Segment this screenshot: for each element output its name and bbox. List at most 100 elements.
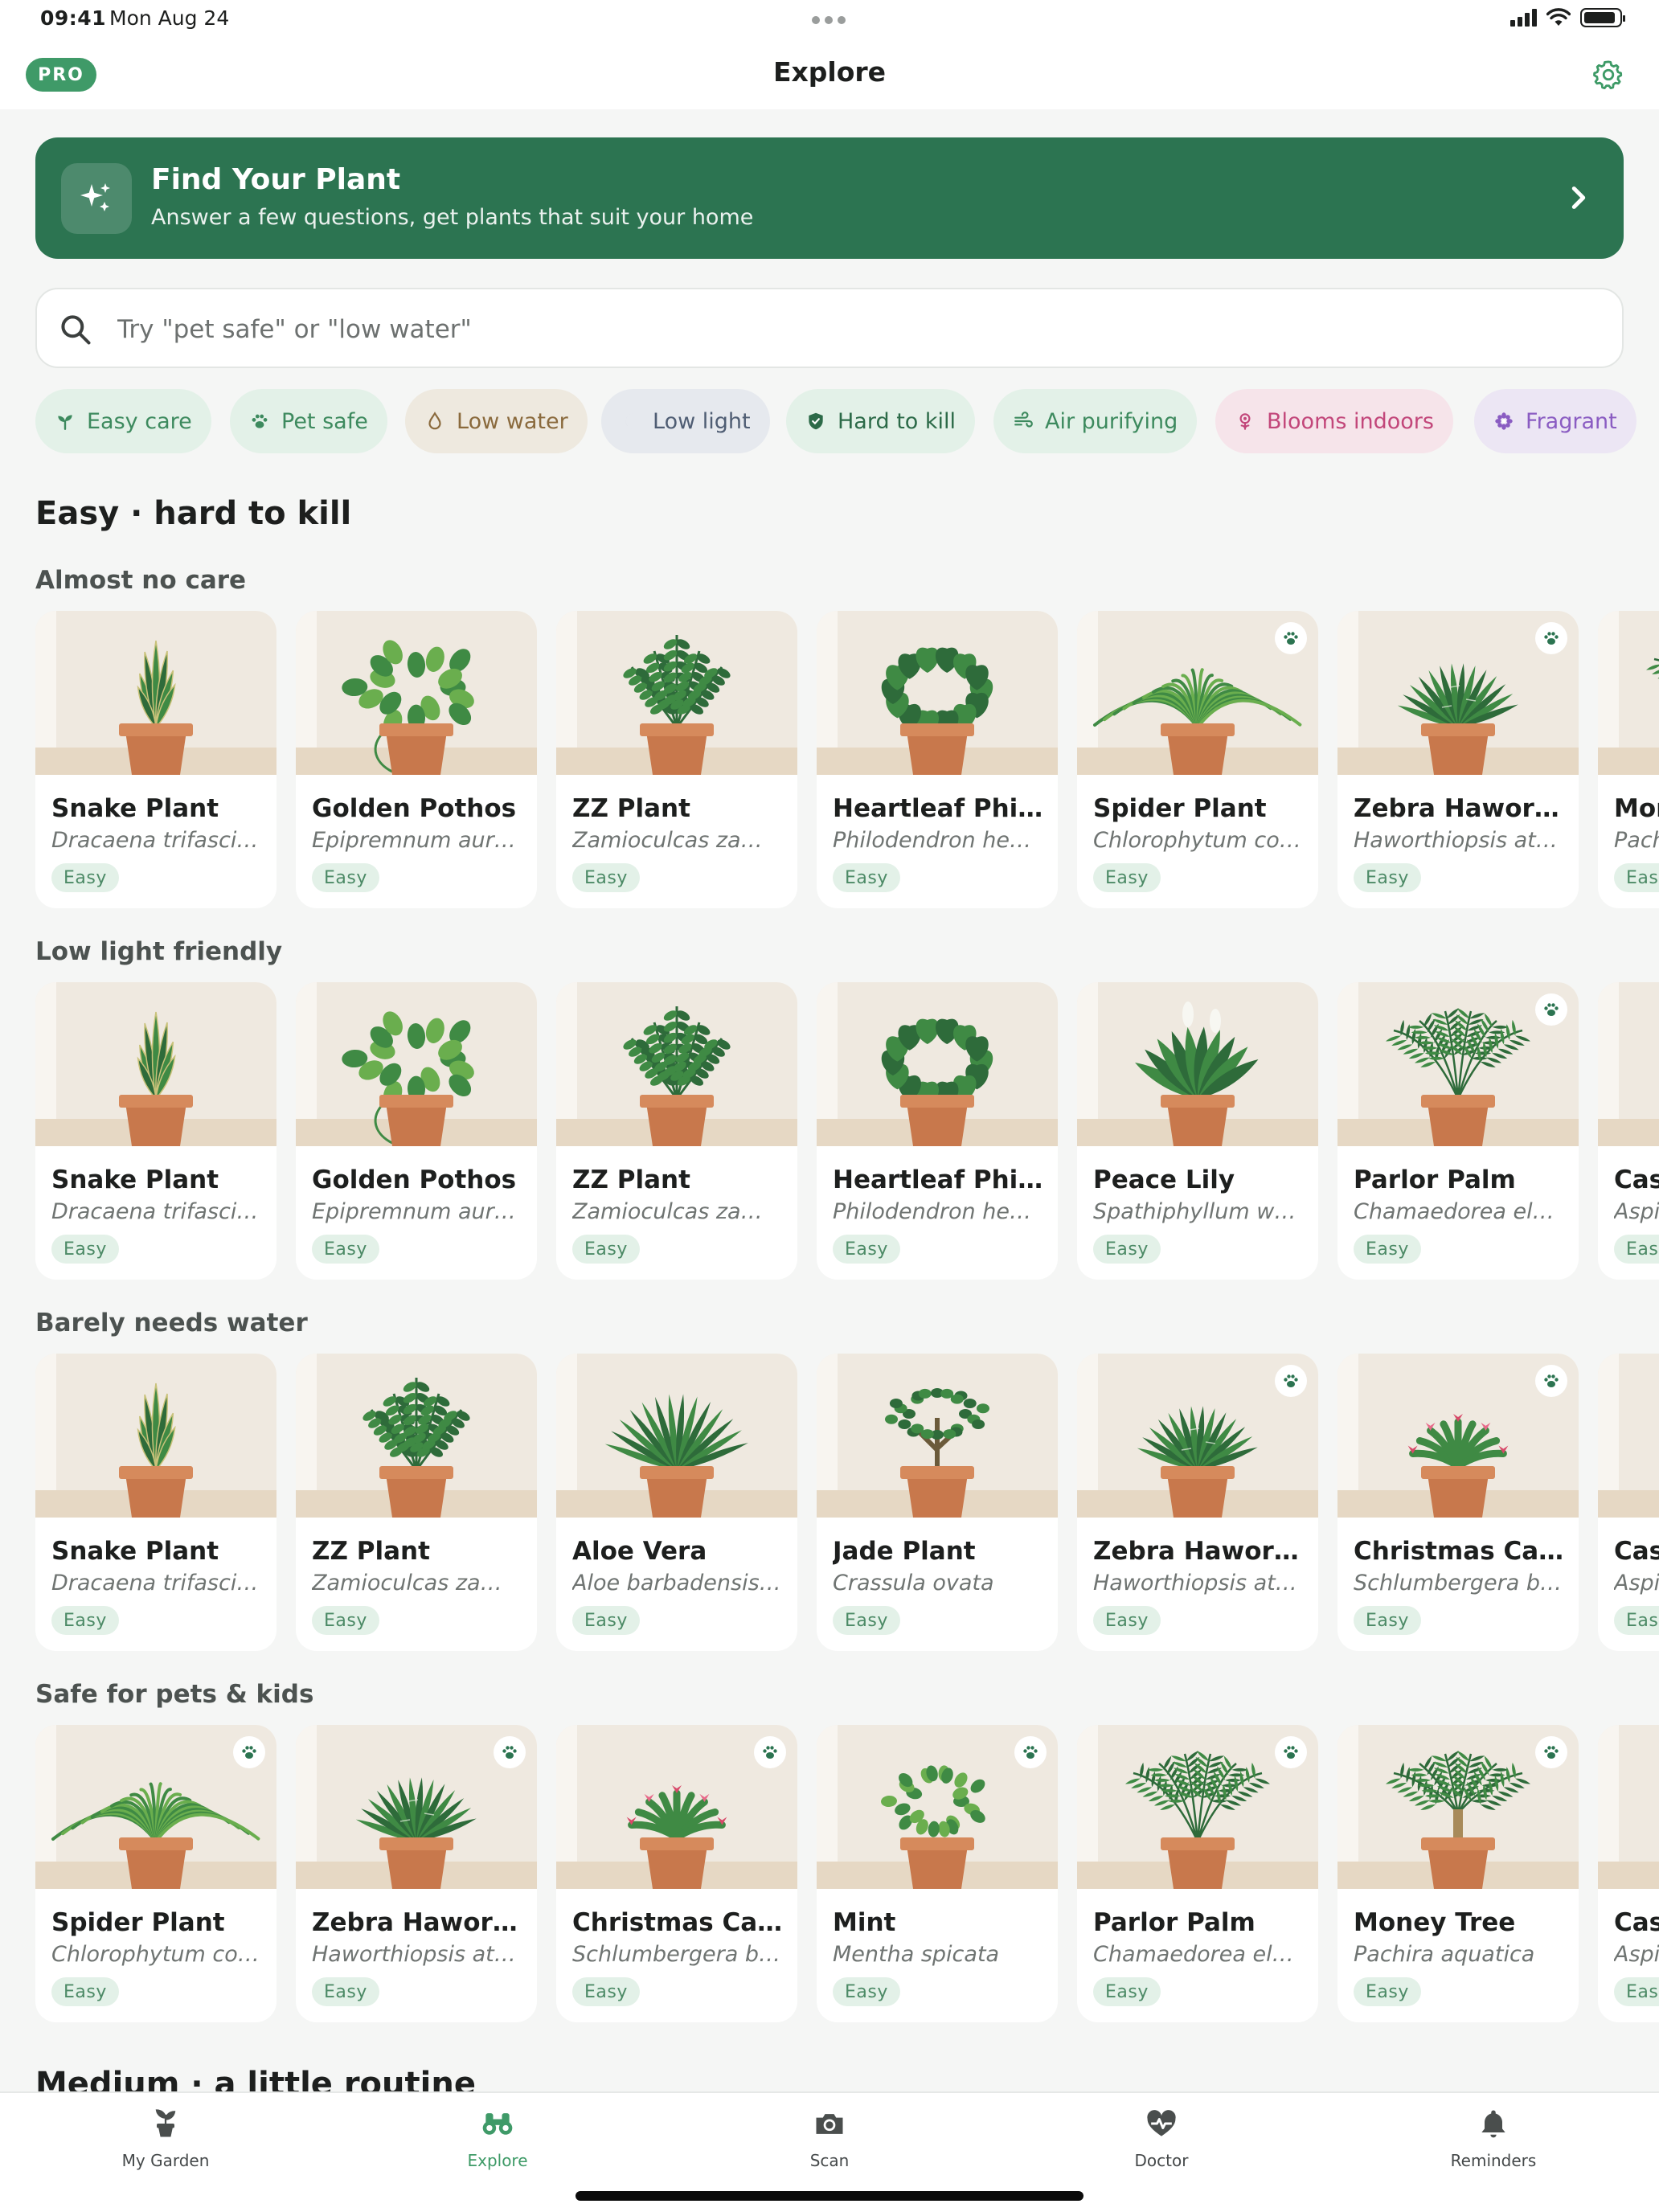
plant-carousel[interactable]: Snake Plant Dracaena trifasciata Easy ZZ P… (35, 1354, 1659, 1651)
plant-card[interactable]: Snake Plant Dracaena trifasciata Easy (35, 982, 276, 1280)
filter-chips: Easy care Pet safe Low water Low light Hard … (35, 389, 1659, 453)
difficulty-badge: Easy (312, 1977, 379, 2006)
plant-card[interactable]: Cast Iron Plant Aspidistra elatior Easy (1598, 982, 1659, 1280)
filter-chip-hard-to-kill[interactable]: Hard to kill (786, 389, 976, 453)
plant-photo (1598, 611, 1659, 775)
pet-safe-paw-icon (1275, 622, 1307, 654)
plant-name: Snake Plant (51, 794, 219, 823)
plant-name: Heartleaf Philodendron (833, 794, 1050, 823)
tab-explore[interactable]: Explore (377, 2106, 618, 2178)
wifi-icon (1546, 8, 1571, 26)
plant-card[interactable]: Aloe Vera Aloe barbadensis miller Easy (556, 1354, 797, 1651)
filter-chip-fragrant[interactable]: Fragrant (1474, 389, 1636, 453)
plant-photo-frame (1598, 982, 1659, 1146)
plant-card[interactable]: Golden Pothos Epipremnum aureum Easy (296, 982, 537, 1280)
plant-card[interactable]: Spider Plant Chlorophytum comosum Easy (1077, 611, 1318, 908)
chip-label: Hard to kill (838, 408, 956, 434)
battery-icon (1580, 8, 1625, 27)
plant-photo (35, 611, 276, 775)
plant-card[interactable]: Spider Plant Chlorophytum comosum Easy (35, 1725, 276, 2022)
plant-card[interactable]: Zebra Haworthia Haworthiopsis attenuata Ea… (296, 1725, 537, 2022)
filter-chip-low-light[interactable]: Low light (601, 389, 770, 453)
plant-photo-frame (817, 1354, 1058, 1518)
settings-gear-icon[interactable] (1591, 58, 1625, 92)
plant-name: Peace Lily (1093, 1165, 1235, 1194)
pet-safe-paw-icon (1275, 1365, 1307, 1397)
plant-scientific-name: Zamioculcas zamiifolia (312, 1571, 521, 1596)
filter-chip-air-purifying[interactable]: Air purifying (993, 389, 1198, 453)
plant-card[interactable]: Parlor Palm Chamaedorea elegans Easy (1337, 982, 1579, 1280)
tab-label: Explore (467, 2151, 528, 2170)
plant-card[interactable]: Zebra Haworthia Haworthiopsis attenuata Ea… (1337, 611, 1579, 908)
plant-card[interactable]: Parlor Palm Chamaedorea elegans Easy (1077, 1725, 1318, 2022)
section-title: Easy · hard to kill (35, 495, 352, 532)
plant-name: Mint (833, 1908, 896, 1937)
find-your-plant-banner[interactable]: Find Your Plant Answer a few questions, … (35, 137, 1624, 259)
seedling-icon (58, 415, 72, 430)
plant-name: Spider Plant (51, 1908, 225, 1937)
plant-name: Cast Iron Plant (1614, 1908, 1659, 1937)
filter-chip-low-water[interactable]: Low water (405, 389, 588, 453)
status-bar: 09:41 Mon Aug 24 (0, 0, 1659, 39)
plant-card[interactable]: Christmas Cactus Schlumbergera bridgesii E… (556, 1725, 797, 2022)
plant-card[interactable]: Jade Plant Crassula ovata Easy (817, 1354, 1058, 1651)
plant-scientific-name: Pachira aquatica (1614, 828, 1659, 853)
tab-scan[interactable]: Scan (709, 2106, 950, 2178)
plant-scientific-name: Haworthiopsis attenuata (312, 1942, 521, 1967)
tab-label: Doctor (1134, 2151, 1189, 2170)
plant-name: Cast Iron Plant (1614, 1165, 1659, 1194)
banner-title: Find Your Plant (151, 163, 401, 196)
banner-subtitle: Answer a few questions, get plants that … (151, 205, 754, 230)
search-bar[interactable] (35, 288, 1624, 368)
plant-photo (296, 1354, 537, 1518)
plant-card[interactable]: ZZ Plant Zamioculcas zamiifolia Easy (556, 611, 797, 908)
tab-bar: My Garden Explore Scan Doctor Reminders (0, 2091, 1659, 2212)
plant-card[interactable]: Heartleaf Philodendron Philodendron heder… (817, 982, 1058, 1280)
plant-card[interactable]: ZZ Plant Zamioculcas zamiifolia Easy (556, 982, 797, 1280)
tab-my-garden[interactable]: My Garden (45, 2106, 286, 2178)
plant-card[interactable]: ZZ Plant Zamioculcas zamiifolia Easy (296, 1354, 537, 1651)
flower-icon (1239, 413, 1251, 430)
difficulty-badge: Easy (312, 863, 379, 892)
tab-reminders[interactable]: Reminders (1373, 2106, 1614, 2178)
plant-photo-frame (296, 1354, 537, 1518)
plant-scientific-name: Dracaena trifasciata (51, 1199, 260, 1224)
difficulty-badge: Easy (1614, 1606, 1659, 1635)
tab-doctor[interactable]: Doctor (1041, 2106, 1282, 2178)
wind-icon (1014, 412, 1033, 428)
plant-card[interactable]: Mint Mentha spicata Easy (817, 1725, 1058, 2022)
plant-card[interactable]: Money Tree Pachira aquatica Easy (1337, 1725, 1579, 2022)
filter-chip-pet-safe[interactable]: Pet safe (230, 389, 387, 453)
cellular-signal-icon (1510, 9, 1537, 27)
row-title: Safe for pets & kids (35, 1680, 314, 1709)
plant-card[interactable]: Zebra Haworthia Haworthiopsis attenuata Ea… (1077, 1354, 1318, 1651)
plant-scientific-name: Epipremnum aureum (312, 828, 521, 853)
plant-card[interactable]: Snake Plant Dracaena trifasciata Easy (35, 611, 276, 908)
multitasking-dots-icon[interactable] (812, 16, 846, 24)
plant-card[interactable]: Peace Lily Spathiphyllum wallisii Easy (1077, 982, 1318, 1280)
plant-card[interactable]: Money Tree Pachira aquatica Easy (1598, 611, 1659, 908)
difficulty-badge: Easy (1093, 1606, 1161, 1635)
page-title: Explore (772, 56, 887, 88)
filter-chip-easy-care[interactable]: Easy care (35, 389, 211, 453)
plant-carousel[interactable]: Spider Plant Chlorophytum comosum Easy Zeb… (35, 1725, 1659, 2022)
plant-card[interactable]: Christmas Cactus Schlumbergera bridgesii E… (1337, 1354, 1579, 1651)
difficulty-badge: Easy (572, 1235, 640, 1264)
difficulty-badge: Easy (1093, 863, 1161, 892)
home-indicator[interactable] (576, 2191, 1083, 2201)
plant-card[interactable]: Golden Pothos Epipremnum aureum Easy (296, 611, 537, 908)
plant-card[interactable]: Heartleaf Philodendron Philodendron heder… (817, 611, 1058, 908)
plant-card[interactable]: Cast Iron Plant Aspidistra elatior Easy (1598, 1354, 1659, 1651)
status-date: Mon Aug 24 (109, 6, 230, 30)
plant-photo (1598, 1725, 1659, 1889)
pet-safe-paw-icon (1275, 1736, 1307, 1768)
filter-chip-blooms-indoors[interactable]: Blooms indoors (1215, 389, 1453, 453)
plant-photo (556, 611, 797, 775)
plant-carousel[interactable]: Snake Plant Dracaena trifasciata Easy Gold… (35, 611, 1659, 908)
plant-card[interactable]: Cast Iron Plant Aspidistra elatior Easy (1598, 1725, 1659, 2022)
plant-name: ZZ Plant (572, 1165, 690, 1194)
chip-label: Low light (653, 408, 751, 434)
search-input[interactable] (117, 305, 1596, 354)
plant-card[interactable]: Snake Plant Dracaena trifasciata Easy (35, 1354, 276, 1651)
plant-carousel[interactable]: Snake Plant Dracaena trifasciata Easy Gold… (35, 982, 1659, 1280)
